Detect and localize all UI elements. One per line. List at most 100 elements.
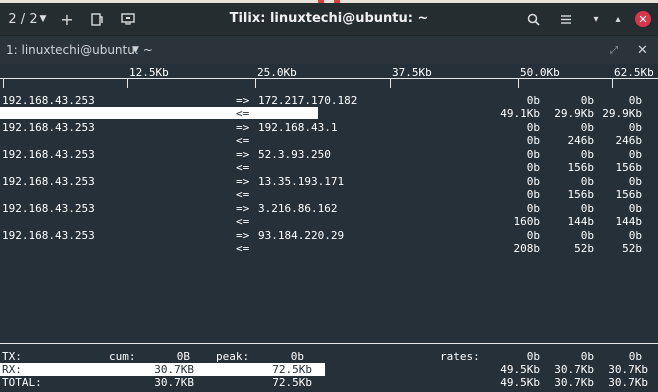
search-icon[interactable] (524, 3, 542, 35)
arrow-out: => (236, 229, 250, 242)
iftop-terminal[interactable]: 12.5Kb 25.0Kb 37.5Kb 50.0Kb 62.5Kb 192.1… (0, 64, 658, 392)
terminal-tab-bar: 1: linuxtechi@ubuntu: ~ ▼ ⤢ ✕ (0, 35, 658, 65)
tx-rate-10s: 0b (580, 202, 594, 215)
rx-rate-40s: 246b (615, 134, 643, 147)
notification-icon[interactable] (118, 3, 138, 35)
total-rate-40s: 30.7Kb (608, 376, 648, 389)
tx-rate-40s: 0b (628, 121, 642, 134)
tx-rate-2s: 0b (526, 148, 540, 161)
rx-cumulative: 30.7KB (154, 363, 194, 376)
tx-rate-40s: 0b (628, 148, 642, 161)
maximize-icon[interactable]: ▴ (610, 3, 626, 35)
arrow-out: => (236, 148, 250, 161)
rx-rate-10s: 52b (574, 242, 594, 255)
rx-rate-10s: 156b (567, 161, 595, 174)
maximize-pane-icon[interactable]: ⤢ (610, 36, 618, 65)
session-counter[interactable]: 2 / 2 (6, 3, 40, 35)
rx-rate-2s: 160b (513, 215, 541, 228)
footer-separator (0, 343, 658, 344)
tx-rate-10s: 0b (580, 94, 594, 107)
arrow-out: => (236, 175, 250, 188)
peak-label: peak: (216, 350, 250, 363)
scale-tick (612, 78, 613, 88)
scale-tick (255, 78, 256, 88)
tx-peak: 0b (290, 350, 304, 363)
tab-label[interactable]: 1: linuxtechi@ubuntu: ~ (6, 36, 153, 65)
close-pane-icon[interactable]: ✕ (637, 36, 648, 65)
scale-tick (390, 78, 391, 88)
rx-total-rate-2s: 49.5Kb (500, 363, 540, 376)
tx-total-rate-10s: 0b (580, 350, 594, 363)
chevron-down-icon[interactable]: ▼ (132, 36, 139, 65)
arrow-in: <= (236, 242, 250, 255)
destination-host: 52.3.93.250 (258, 148, 331, 161)
total-rate-2s: 49.5Kb (500, 376, 540, 389)
destination-host: 93.184.220.29 (258, 229, 345, 242)
rx-rate-2s: 49.1Kb (500, 107, 540, 120)
connection-bar (0, 107, 318, 119)
tx-rate-40s: 0b (628, 94, 642, 107)
rx-rate-10s: 246b (567, 134, 595, 147)
source-host: 192.168.43.253 (2, 121, 95, 134)
cum-label: cum: (109, 350, 136, 363)
tx-rate-10s: 0b (580, 229, 594, 242)
total-peak: 72.5Kb (272, 376, 312, 389)
arrow-out: => (236, 202, 250, 215)
rx-peak: 72.5Kb (272, 363, 312, 376)
tx-rate-40s: 0b (628, 229, 642, 242)
tx-rate-10s: 0b (580, 121, 594, 134)
close-icon[interactable]: ✕ (634, 3, 652, 35)
total-label: TOTAL: (2, 376, 42, 389)
rx-rate-40s: 156b (615, 188, 643, 201)
tx-rate-2s: 0b (526, 229, 540, 242)
rx-label: RX: (2, 363, 22, 376)
rx-total-rate-10s: 30.7Kb (554, 363, 594, 376)
tx-rate-2s: 0b (526, 175, 540, 188)
arrow-out: => (236, 121, 250, 134)
arrow-in: <= (236, 107, 250, 120)
minimize-icon[interactable]: ▾ (588, 3, 604, 35)
tx-total-rate-2s: 0b (526, 350, 540, 363)
tx-total-rate-40s: 0b (628, 350, 642, 363)
rx-rate-40s: 156b (615, 161, 643, 174)
title-bar: 2 / 2 ▼ + Tilix: linuxtechi@ubuntu: ~ ▾ … (0, 3, 658, 35)
total-cumulative: 30.7KB (154, 376, 194, 389)
tx-rate-10s: 0b (580, 148, 594, 161)
rx-rate-40s: 144b (615, 215, 643, 228)
scale-tick (127, 78, 128, 88)
arrow-in: <= (236, 161, 250, 174)
source-host: 192.168.43.253 (2, 229, 95, 242)
arrow-in: <= (236, 134, 250, 147)
destination-host: 172.217.170.182 (258, 94, 358, 107)
source-host: 192.168.43.253 (2, 148, 95, 161)
rx-rate-10s: 144b (567, 215, 595, 228)
source-host: 192.168.43.253 (2, 175, 95, 188)
rx-rate-40s: 29.9Kb (602, 107, 642, 120)
arrow-in: <= (236, 188, 250, 201)
destination-host: 13.35.193.171 (258, 175, 345, 188)
destination-host: 3.216.86.162 (258, 202, 338, 215)
destination-host: 192.168.43.1 (258, 121, 338, 134)
arrow-in: <= (236, 215, 250, 228)
source-host: 192.168.43.253 (2, 94, 95, 107)
rx-total-rate-40s: 30.7Kb (608, 363, 648, 376)
chevron-down-icon[interactable]: ▼ (36, 3, 50, 35)
source-host: 192.168.43.253 (2, 202, 95, 215)
menu-icon[interactable] (557, 3, 575, 35)
scale-tick (3, 78, 4, 88)
rx-rate-2s: 0b (526, 161, 540, 174)
rx-rate-10s: 29.9Kb (554, 107, 594, 120)
rx-rate-2s: 208b (513, 242, 541, 255)
tx-rate-2s: 0b (526, 121, 540, 134)
rx-rate-40s: 52b (622, 242, 642, 255)
rx-rate-2s: 0b (526, 134, 540, 147)
tx-rate-2s: 0b (526, 94, 540, 107)
rates-label: rates: (440, 350, 480, 363)
tx-label: TX: (2, 350, 22, 363)
tx-rate-40s: 0b (628, 202, 642, 215)
rx-rate-2s: 0b (526, 188, 540, 201)
split-icon[interactable] (88, 3, 106, 35)
add-icon[interactable]: + (58, 3, 76, 35)
rx-rate-10s: 156b (567, 188, 595, 201)
tx-rate-2s: 0b (526, 202, 540, 215)
